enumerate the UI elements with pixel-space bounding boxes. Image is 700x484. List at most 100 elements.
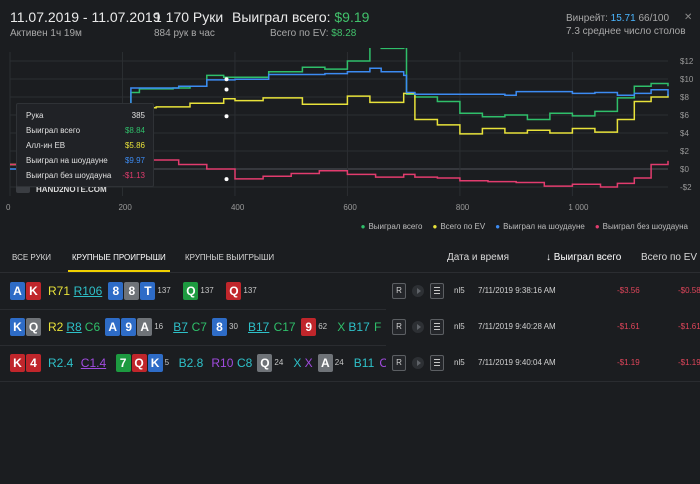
pot-count: 16 — [154, 322, 164, 331]
notes-line — [434, 326, 440, 327]
legend-item[interactable]: ● Выиграл без шоудауна — [595, 222, 688, 231]
playing-card: 8 — [108, 282, 124, 300]
legend-dot-icon: ● — [360, 222, 366, 231]
tab-all-hands[interactable]: ВСЕ РУКИ — [12, 253, 51, 262]
results-chart[interactable]: $12 $10 $8 $6 $4 $2 $0 -$2 0 200 400 600 800 1 000 HAN… — [0, 48, 700, 238]
legend-label: Всего по EV — [440, 222, 486, 231]
row-site: nl5 — [454, 358, 465, 367]
playing-card: 4 — [26, 354, 41, 372]
play-icon[interactable] — [412, 357, 424, 369]
close-icon[interactable]: ✕ — [684, 12, 692, 23]
winrate-label: Винрейт: — [566, 13, 608, 24]
row-date: 7/11/2019 9:40:04 AM — [478, 358, 556, 367]
playing-card: K — [147, 354, 163, 372]
playing-card: Q — [131, 354, 147, 372]
playing-card: Q — [257, 354, 273, 372]
playing-card: Q — [26, 318, 41, 336]
row-ev: -$0.58 — [678, 286, 700, 295]
tooltip-value: $5.86 — [124, 141, 145, 150]
tooltip-label: Рука — [26, 111, 44, 120]
hover-point — [224, 114, 229, 119]
tooltip-label: Выиграл всего — [26, 126, 81, 135]
playing-card: 9 — [121, 318, 137, 336]
replay-button[interactable]: R — [392, 355, 406, 371]
column-header-ev[interactable]: Всего по EV — [641, 252, 697, 263]
action-text: B17 — [348, 320, 370, 334]
hover-point — [224, 177, 229, 182]
row-site: nl5 — [454, 322, 465, 331]
playing-card: K — [10, 354, 25, 372]
replay-button[interactable]: R — [392, 319, 406, 335]
notes-icon[interactable] — [430, 319, 444, 335]
play-icon[interactable] — [412, 321, 424, 333]
action-text: X — [337, 320, 346, 334]
action-text: R71 — [48, 284, 71, 298]
tab-big-losses[interactable]: КРУПНЫЕ ПРОИГРЫШИ — [68, 253, 170, 272]
legend-item[interactable]: ● Выиграл на шоудауне — [495, 222, 585, 231]
row-date: 7/11/2019 9:38:16 AM — [478, 286, 556, 295]
pot-count: 137 — [200, 286, 214, 295]
action-text: B7 — [173, 320, 188, 334]
y-tick-label: $4 — [680, 129, 689, 138]
column-header-won[interactable]: ↓ Выиграл всего — [546, 252, 621, 263]
session-winrate: Винрейт: 15.71 66/100 — [566, 13, 669, 24]
action-text: X — [304, 356, 313, 370]
play-icon[interactable] — [412, 285, 424, 297]
replay-button[interactable]: R — [392, 283, 406, 299]
action-text: R106 — [73, 284, 103, 298]
notes-icon[interactable] — [430, 283, 444, 299]
tooltip-label: Алл-ин EB — [26, 141, 66, 150]
tab-big-wins[interactable]: КРУПНЫЕ ВЫИГРЫШИ — [185, 253, 274, 262]
playing-card: 7 — [115, 354, 131, 372]
tooltip-value: -$1.13 — [122, 171, 145, 180]
table-row[interactable]: K 4 R2.4 C1.4 7 Q K 5 B2.8 R10 C8 Q 24 X X A 24 B11 C Rnl5 7… — [0, 345, 700, 382]
x-tick-label: 600 — [343, 203, 357, 212]
table-row[interactable]: A K R71 R106 8 8 T 137 Q 137 Q 137 Rnl5 7/11/2019 9:3… — [0, 273, 700, 310]
notes-icon[interactable] — [430, 355, 444, 371]
column-header-date[interactable]: Дата и время — [447, 252, 509, 263]
winrate-extra: 66/100 — [638, 13, 670, 24]
ev-total-value: $8.28 — [331, 28, 357, 39]
pot-count: 137 — [243, 286, 257, 295]
legend-item[interactable]: ● Выиграл всего — [361, 222, 423, 231]
y-tick-label: -$2 — [680, 183, 692, 192]
tooltip-row: Алл-ин EB $5.86 — [26, 141, 145, 153]
chart-legend: ● Выиграл всего ● Всего по EV ● Выиграл на шо… — [351, 222, 688, 231]
legend-dot-icon: ● — [432, 222, 438, 231]
session-ev-total: Всего по EV: $8.28 — [270, 28, 356, 39]
table-row[interactable]: K Q R2 R8 C6 A 9 A 16 B7 C7 8 30 B17 C17 9 62 X B17 F Rnl5 7/… — [0, 309, 700, 346]
tooltip-value: $8.84 — [124, 126, 145, 135]
pot-count: 24 — [274, 358, 284, 367]
tooltip-row: Выиграл на шоудауне $9.97 — [26, 156, 145, 168]
legend-item[interactable]: ● Всего по EV — [433, 222, 486, 231]
pot-count: 30 — [229, 322, 238, 331]
tooltip-label: Выиграл без шоудауна — [26, 171, 112, 180]
action-text: C17 — [273, 320, 296, 334]
notes-line — [434, 329, 440, 330]
session-hands-per-hour: 884 рук в час — [154, 28, 215, 39]
playing-card: A — [10, 282, 25, 300]
playing-card: K — [26, 282, 41, 300]
action-text: C7 — [191, 320, 207, 334]
legend-label: Выиграл всего — [368, 222, 423, 231]
row-won: -$1.61 — [617, 322, 640, 331]
notes-line — [434, 362, 440, 363]
y-tick-label: $2 — [680, 147, 689, 156]
action-text: F — [374, 320, 382, 334]
x-tick-label: 1 000 — [568, 203, 589, 212]
row-site: nl5 — [454, 286, 465, 295]
playing-card: Q — [183, 282, 199, 300]
y-tick-label: $0 — [680, 165, 689, 174]
winrate-value: 15.71 — [610, 13, 636, 24]
action-text: R8 — [66, 320, 82, 334]
tooltip-label: Выиграл на шоудауне — [26, 156, 108, 165]
pot-count: 24 — [334, 358, 344, 367]
x-tick-label: 800 — [456, 203, 470, 212]
legend-dot-icon: ● — [495, 222, 501, 231]
legend-dot-icon: ● — [594, 222, 600, 231]
legend-label: Выиграл без шоудауна — [602, 222, 688, 231]
x-tick-label: 0 — [6, 203, 11, 212]
action-text: C8 — [237, 356, 253, 370]
tooltip-value: 385 — [131, 111, 145, 120]
notes-line — [434, 290, 440, 291]
